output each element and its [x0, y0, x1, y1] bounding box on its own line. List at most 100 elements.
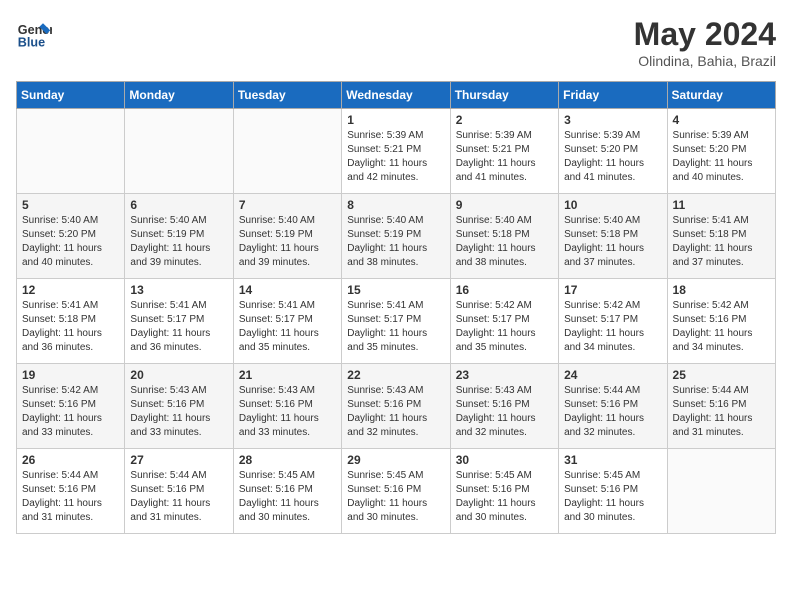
day-info: Sunrise: 5:44 AM Sunset: 5:16 PM Dayligh…: [130, 469, 227, 525]
calendar-cell: 27 Sunrise: 5:44 AM Sunset: 5:16 PM Dayli…: [125, 449, 233, 534]
calendar-cell: 11 Sunrise: 5:41 AM Sunset: 5:18 PM Dayli…: [667, 194, 775, 279]
day-number: 8: [347, 198, 444, 212]
day-info: Sunrise: 5:43 AM Sunset: 5:16 PM Dayligh…: [130, 384, 227, 440]
day-number: 24: [564, 368, 661, 382]
day-info: Sunrise: 5:40 AM Sunset: 5:19 PM Dayligh…: [130, 214, 227, 270]
week-row-1: 1Sunrise: 5:39 AM Sunset: 5:21 PM Daylig…: [17, 109, 776, 194]
day-number: 9: [456, 198, 553, 212]
day-header-friday: Friday: [559, 82, 667, 109]
day-info: Sunrise: 5:43 AM Sunset: 5:16 PM Dayligh…: [456, 384, 553, 440]
calendar-cell: 10 Sunrise: 5:40 AM Sunset: 5:18 PM Dayli…: [559, 194, 667, 279]
day-info: Sunrise: 5:45 AM Sunset: 5:16 PM Dayligh…: [456, 469, 553, 525]
calendar-cell: 16 Sunrise: 5:42 AM Sunset: 5:17 PM Dayli…: [450, 279, 558, 364]
day-number: 16: [456, 283, 553, 297]
day-number: 31: [564, 453, 661, 467]
day-info: Sunrise: 5:43 AM Sunset: 5:16 PM Dayligh…: [347, 384, 444, 440]
calendar-cell: 14 Sunrise: 5:41 AM Sunset: 5:17 PM Dayli…: [233, 279, 341, 364]
day-info: Sunrise: 5:41 AM Sunset: 5:17 PM Dayligh…: [347, 299, 444, 355]
day-info: Sunrise: 5:41 AM Sunset: 5:17 PM Dayligh…: [239, 299, 336, 355]
day-number: 2: [456, 113, 553, 127]
day-info: Sunrise: 5:42 AM Sunset: 5:16 PM Dayligh…: [673, 299, 770, 355]
day-info: Sunrise: 5:40 AM Sunset: 5:18 PM Dayligh…: [456, 214, 553, 270]
day-header-sunday: Sunday: [17, 82, 125, 109]
calendar-cell: 9 Sunrise: 5:40 AM Sunset: 5:18 PM Daylig…: [450, 194, 558, 279]
calendar-cell: 30 Sunrise: 5:45 AM Sunset: 5:16 PM Dayli…: [450, 449, 558, 534]
calendar-cell: 8 Sunrise: 5:40 AM Sunset: 5:19 PM Daylig…: [342, 194, 450, 279]
calendar-cell: [17, 109, 125, 194]
calendar-cell: 1Sunrise: 5:39 AM Sunset: 5:21 PM Daylig…: [342, 109, 450, 194]
day-number: 29: [347, 453, 444, 467]
day-info: Sunrise: 5:45 AM Sunset: 5:16 PM Dayligh…: [239, 469, 336, 525]
header-row: SundayMondayTuesdayWednesdayThursdayFrid…: [17, 82, 776, 109]
day-number: 15: [347, 283, 444, 297]
day-info: Sunrise: 5:41 AM Sunset: 5:18 PM Dayligh…: [673, 214, 770, 270]
calendar-cell: 21Sunrise: 5:43 AM Sunset: 5:16 PM Dayli…: [233, 364, 341, 449]
day-info: Sunrise: 5:41 AM Sunset: 5:17 PM Dayligh…: [130, 299, 227, 355]
day-info: Sunrise: 5:39 AM Sunset: 5:21 PM Dayligh…: [456, 129, 553, 185]
calendar-cell: 7 Sunrise: 5:40 AM Sunset: 5:19 PM Daylig…: [233, 194, 341, 279]
day-number: 27: [130, 453, 227, 467]
calendar-cell: 12 Sunrise: 5:41 AM Sunset: 5:18 PM Dayli…: [17, 279, 125, 364]
day-number: 7: [239, 198, 336, 212]
day-header-tuesday: Tuesday: [233, 82, 341, 109]
day-info: Sunrise: 5:42 AM Sunset: 5:16 PM Dayligh…: [22, 384, 119, 440]
day-number: 3: [564, 113, 661, 127]
day-number: 10: [564, 198, 661, 212]
day-header-thursday: Thursday: [450, 82, 558, 109]
week-row-3: 12 Sunrise: 5:41 AM Sunset: 5:18 PM Dayli…: [17, 279, 776, 364]
title-block: May 2024 Olindina, Bahia, Brazil: [634, 16, 776, 69]
day-number: 21: [239, 368, 336, 382]
month-title: May 2024: [634, 16, 776, 53]
location: Olindina, Bahia, Brazil: [634, 53, 776, 69]
calendar-cell: 24 Sunrise: 5:44 AM Sunset: 5:16 PM Dayli…: [559, 364, 667, 449]
calendar-cell: [667, 449, 775, 534]
day-info: Sunrise: 5:42 AM Sunset: 5:17 PM Dayligh…: [456, 299, 553, 355]
calendar-cell: 20 Sunrise: 5:43 AM Sunset: 5:16 PM Dayli…: [125, 364, 233, 449]
day-number: 30: [456, 453, 553, 467]
day-number: 17: [564, 283, 661, 297]
calendar-cell: 25Sunrise: 5:44 AM Sunset: 5:16 PM Dayli…: [667, 364, 775, 449]
calendar-cell: 31 Sunrise: 5:45 AM Sunset: 5:16 PM Dayli…: [559, 449, 667, 534]
calendar-cell: 17 Sunrise: 5:42 AM Sunset: 5:17 PM Dayli…: [559, 279, 667, 364]
day-number: 19: [22, 368, 119, 382]
logo-icon: General Blue: [16, 16, 52, 52]
calendar-cell: 3Sunrise: 5:39 AM Sunset: 5:20 PM Daylig…: [559, 109, 667, 194]
day-number: 11: [673, 198, 770, 212]
day-number: 28: [239, 453, 336, 467]
calendar-cell: 23Sunrise: 5:43 AM Sunset: 5:16 PM Dayli…: [450, 364, 558, 449]
day-info: Sunrise: 5:44 AM Sunset: 5:16 PM Dayligh…: [564, 384, 661, 440]
day-number: 14: [239, 283, 336, 297]
calendar-cell: [125, 109, 233, 194]
day-number: 26: [22, 453, 119, 467]
week-row-5: 26 Sunrise: 5:44 AM Sunset: 5:16 PM Dayli…: [17, 449, 776, 534]
calendar-cell: 19 Sunrise: 5:42 AM Sunset: 5:16 PM Dayli…: [17, 364, 125, 449]
day-info: Sunrise: 5:40 AM Sunset: 5:18 PM Dayligh…: [564, 214, 661, 270]
day-number: 5: [22, 198, 119, 212]
calendar-cell: 29 Sunrise: 5:45 AM Sunset: 5:16 PM Dayli…: [342, 449, 450, 534]
calendar-cell: 13Sunrise: 5:41 AM Sunset: 5:17 PM Dayli…: [125, 279, 233, 364]
day-info: Sunrise: 5:42 AM Sunset: 5:17 PM Dayligh…: [564, 299, 661, 355]
day-number: 22: [347, 368, 444, 382]
day-number: 20: [130, 368, 227, 382]
day-info: Sunrise: 5:45 AM Sunset: 5:16 PM Dayligh…: [347, 469, 444, 525]
page-header: General Blue May 2024 Olindina, Bahia, B…: [16, 16, 776, 69]
day-info: Sunrise: 5:41 AM Sunset: 5:18 PM Dayligh…: [22, 299, 119, 355]
calendar-cell: 15 Sunrise: 5:41 AM Sunset: 5:17 PM Dayli…: [342, 279, 450, 364]
day-number: 18: [673, 283, 770, 297]
day-info: Sunrise: 5:45 AM Sunset: 5:16 PM Dayligh…: [564, 469, 661, 525]
day-info: Sunrise: 5:40 AM Sunset: 5:19 PM Dayligh…: [239, 214, 336, 270]
day-number: 25: [673, 368, 770, 382]
day-info: Sunrise: 5:40 AM Sunset: 5:19 PM Dayligh…: [347, 214, 444, 270]
week-row-4: 19 Sunrise: 5:42 AM Sunset: 5:16 PM Dayli…: [17, 364, 776, 449]
day-header-monday: Monday: [125, 82, 233, 109]
svg-text:Blue: Blue: [18, 36, 45, 50]
calendar-table: SundayMondayTuesdayWednesdayThursdayFrid…: [16, 81, 776, 534]
calendar-cell: 2 Sunrise: 5:39 AM Sunset: 5:21 PM Daylig…: [450, 109, 558, 194]
calendar-cell: 26Sunrise: 5:44 AM Sunset: 5:16 PM Dayli…: [17, 449, 125, 534]
calendar-cell: [233, 109, 341, 194]
logo: General Blue: [16, 16, 52, 52]
day-header-saturday: Saturday: [667, 82, 775, 109]
day-number: 12: [22, 283, 119, 297]
day-header-wednesday: Wednesday: [342, 82, 450, 109]
calendar-cell: 4Sunrise: 5:39 AM Sunset: 5:20 PM Daylig…: [667, 109, 775, 194]
